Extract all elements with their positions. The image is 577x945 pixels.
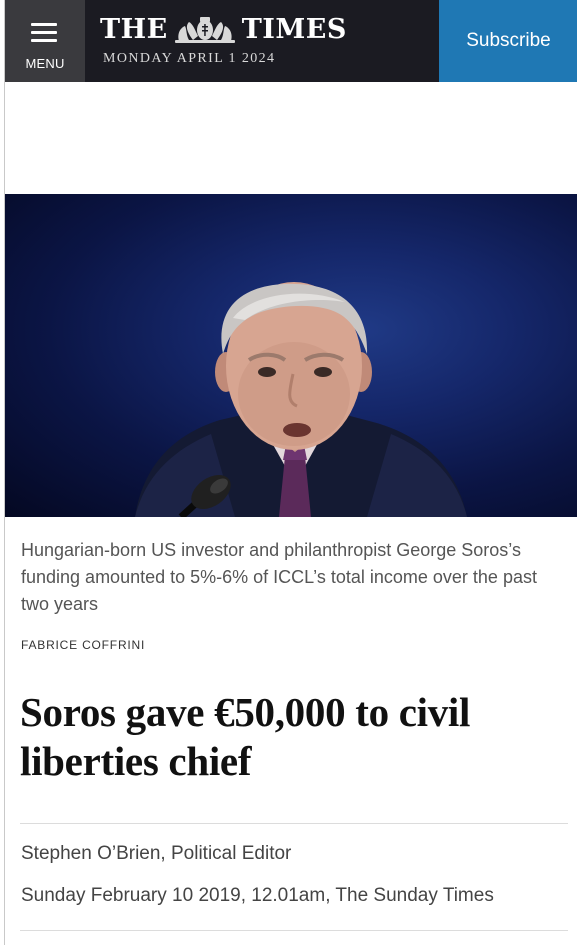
article-page: MENU THE TIMES MONDAY APRIL 1 2024 Subsc… [4, 0, 577, 945]
masthead-word-the: THE [100, 13, 168, 45]
menu-label: MENU [25, 56, 65, 71]
masthead-logo[interactable]: THE TIMES MONDAY APRIL 1 2024 [100, 12, 440, 72]
byline-divider-top [20, 823, 568, 824]
portrait-illustration [135, 282, 467, 517]
hamburger-icon [31, 23, 57, 42]
article-headline: Soros gave €50,000 to civil liberties ch… [20, 689, 471, 784]
ad-slot [5, 82, 577, 194]
article-dateline: Sunday February 10 2019, 12.01am, The Su… [21, 885, 494, 906]
site-header: MENU THE TIMES MONDAY APRIL 1 2024 Subsc… [5, 0, 577, 82]
photo-caption: Hungarian-born US investor and philanthr… [21, 540, 537, 614]
masthead-word-times: TIMES [241, 13, 347, 45]
lead-photo[interactable] [5, 194, 577, 517]
menu-button[interactable]: MENU [5, 0, 85, 82]
subscribe-button[interactable]: Subscribe [439, 0, 577, 82]
byline-divider-bottom [20, 930, 568, 931]
royal-crest-icon [174, 17, 235, 43]
photo-credit: FABRICE COFFRINI [21, 638, 146, 652]
article-byline[interactable]: Stephen O’Brien, Political Editor [21, 843, 291, 865]
masthead-date: MONDAY APRIL 1 2024 [103, 51, 276, 66]
